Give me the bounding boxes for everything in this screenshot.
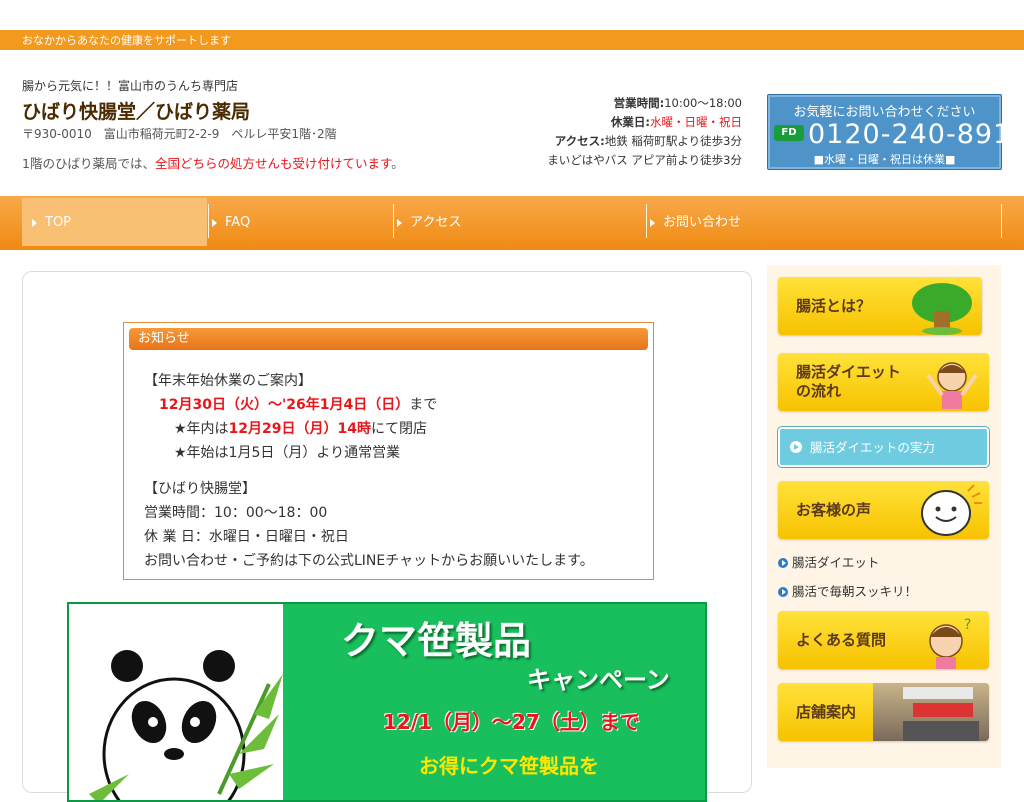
closed-value: 水曜・日曜・祝日 — [650, 115, 742, 129]
notice-line: 【ひばり快腸堂】 — [144, 481, 256, 497]
closed-label: 休業日: — [610, 115, 650, 129]
sidebar-btn-diet-flow[interactable]: 腸活ダイエット の流れ — [778, 353, 989, 411]
panda-illustration — [69, 604, 283, 800]
main-nav: TOP FAQ アクセス お問い合わせ — [0, 196, 1024, 250]
arrow-circle-icon — [778, 558, 788, 568]
sidebar-btn-chokatsu[interactable]: 腸活とは？ — [778, 277, 982, 335]
sidebar-link-diet[interactable]: 腸活ダイエット — [778, 552, 879, 571]
header-note: 1階のひばり薬局では、全国どちらの処方せんも受け付けています。 — [22, 153, 404, 172]
sidebar-btn-faq[interactable]: よくある質問 ? — [778, 611, 989, 669]
nav-top[interactable]: TOP — [22, 198, 207, 246]
arrow-right-icon — [397, 218, 402, 227]
banner-more: お得にクマ笹製品を — [419, 754, 599, 778]
main-content: お知らせ 【年末年始休業のご案内】 12月30日（火）〜'26年1月4日（日）ま… — [22, 271, 752, 802]
note-suffix: 。 — [391, 156, 404, 171]
store-photo — [873, 683, 989, 741]
top-tagline-bar: おなかからあなたの健康をサポートします — [0, 30, 1024, 50]
banner-period: 12/1（月）〜27（土）まで — [383, 710, 640, 734]
arrow-right-icon — [32, 218, 37, 227]
sidebar: 腸活とは？ 腸活ダイエット の流れ 腸活ダイエットの実力 お客様の声 腸活ダイエ… — [767, 265, 1001, 768]
nav-divider — [646, 204, 647, 238]
site-header: 腸から元気に！！富山市のうんち専門店 ひばり快腸堂／ひばり薬局 〒930-001… — [0, 50, 1024, 196]
nav-access[interactable]: アクセス — [395, 198, 645, 246]
nav-faq[interactable]: FAQ — [210, 198, 392, 246]
notice-line: お問い合わせ・ご予約は下の公式LINEチャットからお願いいたします。 — [144, 553, 594, 569]
sidebar-btn-voices[interactable]: お客様の声 — [778, 481, 989, 539]
sidebar-btn-diet-power[interactable]: 腸活ダイエットの実力 — [778, 427, 989, 467]
access-label: アクセス: — [554, 134, 605, 148]
contact-phone-box[interactable]: お気軽にお問い合わせください FD 0120-240-891 ■水曜・日曜・祝日… — [767, 94, 1010, 170]
nav-divider — [393, 204, 394, 238]
notice-line: 12月30日（火）〜'26年1月4日（日）まで — [159, 397, 438, 413]
girl-cheering-icon — [926, 362, 978, 409]
nav-divider — [208, 204, 209, 238]
tree-icon — [912, 283, 972, 335]
freedial-icon: FD — [774, 125, 804, 141]
phone-number[interactable]: 0120-240-891 — [808, 119, 1011, 150]
arrow-circle-icon — [778, 587, 788, 597]
hours-value: 10:00〜18:00 — [664, 96, 742, 110]
svg-text:?: ? — [964, 617, 971, 633]
closed-days-note: ■水曜・日曜・祝日は休業■ — [813, 153, 956, 166]
campaign-banner[interactable]: クマ笹製品 キャンペーン 12/1（月）〜27（土）まで お得にクマ笹製品を — [67, 602, 707, 802]
hours-label: 営業時間: — [613, 96, 665, 110]
note-highlight: 全国どちらの処方せんも受け付けています — [154, 156, 392, 171]
notice-line: 【年末年始休業のご案内】 — [144, 373, 312, 389]
nav-contact[interactable]: お問い合わせ — [648, 198, 1000, 246]
notice-box: お知らせ 【年末年始休業のご案内】 12月30日（火）〜'26年1月4日（日）ま… — [123, 322, 654, 580]
store-info: 営業時間:10:00〜18:00 休業日:水曜・日曜・祝日 アクセス:地鉄 稲荷… — [547, 94, 742, 170]
sidebar-link-morning[interactable]: 腸活で毎朝スッキリ！ — [778, 581, 917, 600]
notice-line: ★年内は12月29日（月）14時にて閉店 — [174, 421, 428, 437]
sidebar-btn-store[interactable]: 店舗案内 — [778, 683, 989, 741]
header-subtitle: 腸から元気に！！富山市のうんち専門店 — [22, 79, 239, 93]
smile-bubble-icon — [921, 484, 982, 536]
bus-access: まいどはやバス アピア前より徒歩3分 — [547, 153, 742, 167]
notice-line: 営業時間：10：00〜18：00 — [144, 505, 328, 521]
notice-line: ★年始は1月5日（月）より通常営業 — [174, 445, 401, 461]
note-prefix: 1階のひばり薬局では、 — [22, 156, 155, 171]
arrow-right-icon — [650, 218, 655, 227]
banner-title: クマ笹製品 — [341, 619, 532, 663]
site-title-link[interactable]: ひばり快腸堂／ひばり薬局 — [22, 97, 250, 124]
btn-label: 腸活ダイエット の流れ — [796, 363, 901, 400]
contact-prompt: お気軽にお問い合わせください — [793, 105, 976, 120]
access-value: 地鉄 稲荷町駅より徒歩3分 — [604, 134, 742, 148]
arrow-right-icon — [212, 218, 217, 227]
tagline: おなかからあなたの健康をサポートします — [22, 34, 231, 47]
question-girl-icon: ? — [929, 617, 971, 669]
panda-icon — [89, 650, 283, 800]
notice-line: 休 業 日：水曜日・日曜日・祝日 — [144, 529, 349, 545]
header-address: 〒930-0010 富山市稲荷元町2-2-9 ペルレ平安1階･2階 — [22, 127, 337, 141]
arrow-circle-icon — [790, 441, 802, 453]
banner-campaign: キャンペーン — [527, 666, 670, 694]
nav-divider — [1001, 204, 1002, 238]
notice-header: お知らせ — [129, 328, 648, 350]
